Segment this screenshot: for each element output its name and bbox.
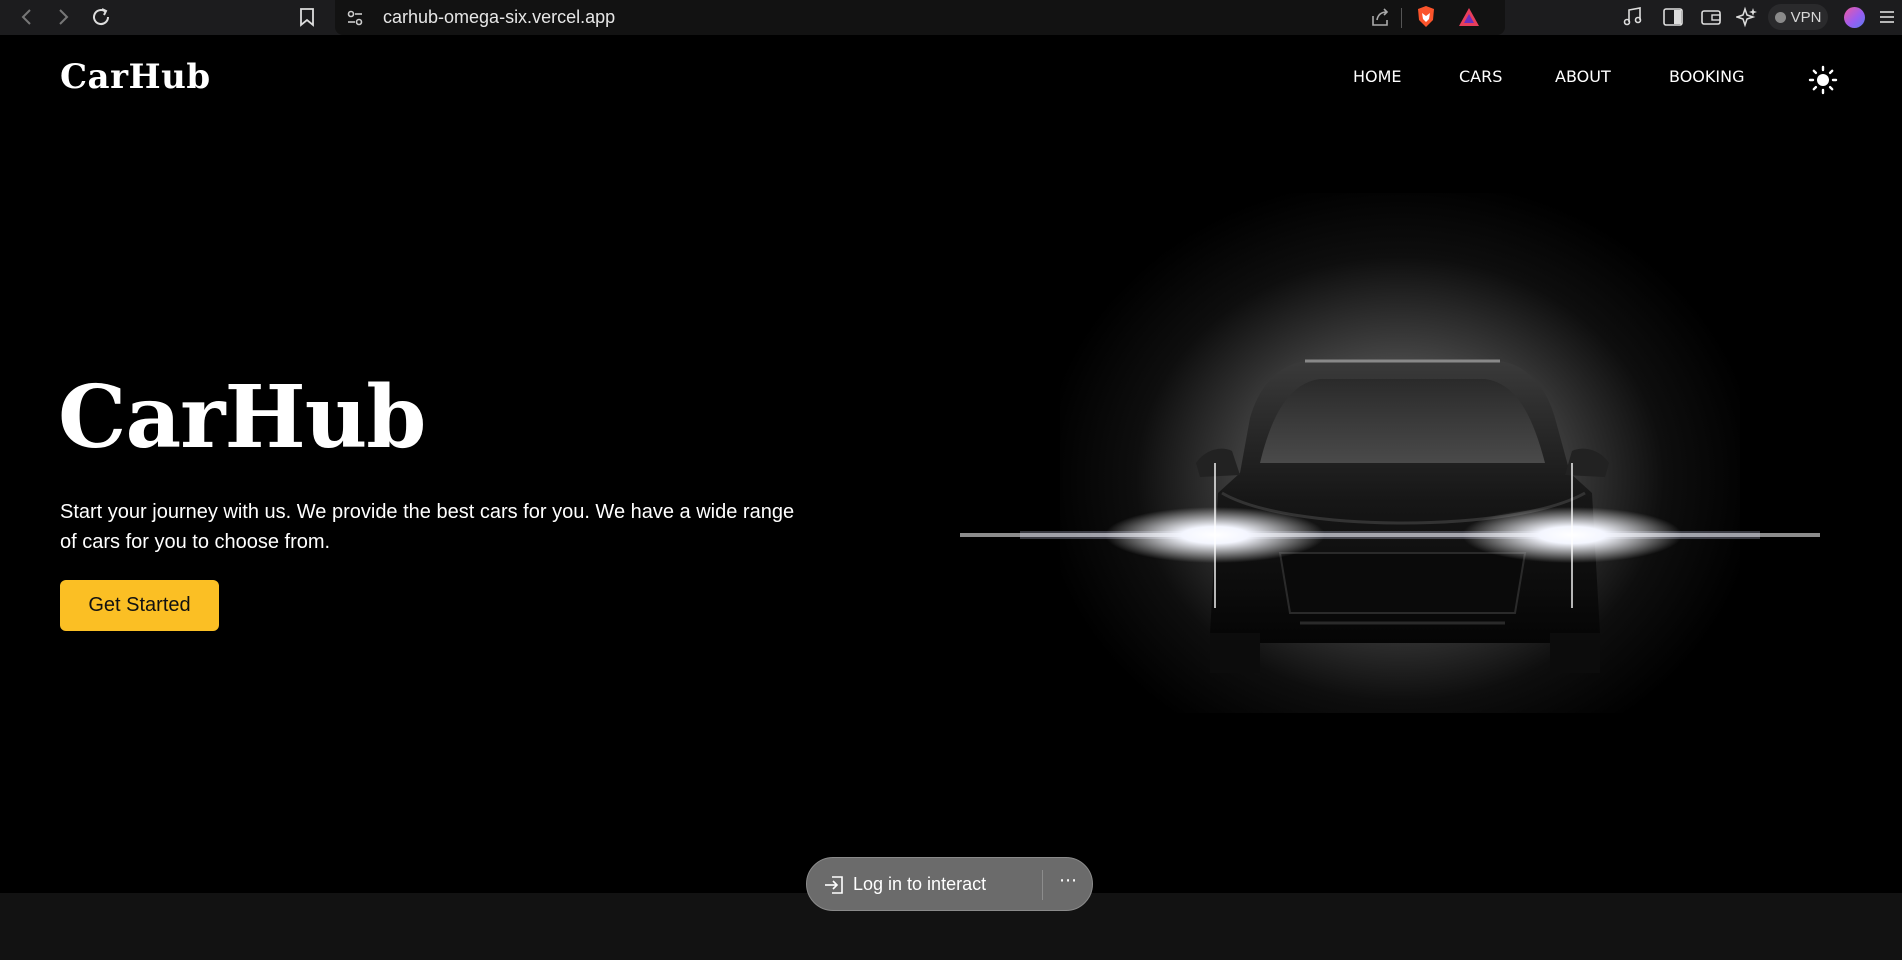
- back-icon[interactable]: [14, 4, 40, 30]
- hero-description: Start your journey with us. We provide t…: [60, 501, 795, 553]
- nav-cars[interactable]: CARS: [1459, 67, 1502, 86]
- nav-home[interactable]: HOME: [1353, 67, 1402, 86]
- url-text[interactable]: carhub-omega-six.vercel.app: [383, 7, 615, 28]
- hero-car-image: [960, 193, 1820, 793]
- page: CarHub HOME CARS ABOUT BOOKING CarHub St…: [0, 35, 1902, 960]
- theme-toggle-sun-icon[interactable]: [1808, 65, 1838, 99]
- brave-rewards-icon[interactable]: [1457, 6, 1481, 32]
- nav-booking[interactable]: BOOKING: [1669, 67, 1744, 86]
- hero-title: CarHub: [58, 367, 426, 468]
- more-options-icon[interactable]: ⋯: [1059, 870, 1078, 891]
- login-label[interactable]: Log in to interact: [853, 874, 986, 895]
- profile-avatar[interactable]: [1844, 7, 1865, 28]
- brave-shields-icon[interactable]: [1415, 5, 1437, 33]
- reload-icon[interactable]: [88, 4, 114, 30]
- bookmark-icon[interactable]: [294, 4, 320, 30]
- forward-icon[interactable]: [50, 4, 76, 30]
- login-to-interact-pill[interactable]: Log in to interact ⋯: [806, 857, 1093, 911]
- car-silhouette: [960, 359, 1820, 673]
- login-icon: [823, 874, 845, 900]
- address-divider: [1401, 8, 1402, 28]
- nav-about[interactable]: ABOUT: [1555, 67, 1611, 86]
- site-logo[interactable]: CarHub: [60, 57, 211, 97]
- site-settings-icon[interactable]: [345, 8, 365, 32]
- vpn-label: VPN: [1790, 8, 1822, 26]
- share-icon[interactable]: [1369, 6, 1391, 32]
- get-started-button[interactable]: Get Started: [60, 580, 219, 631]
- vpn-status-icon: [1774, 11, 1786, 23]
- pill-divider: [1042, 870, 1043, 900]
- address-bar[interactable]: carhub-omega-six.vercel.app: [335, 0, 1505, 35]
- browser-toolbar: carhub-omega-six.vercel.app VPN: [0, 0, 1902, 35]
- vpn-button[interactable]: VPN: [1768, 4, 1828, 30]
